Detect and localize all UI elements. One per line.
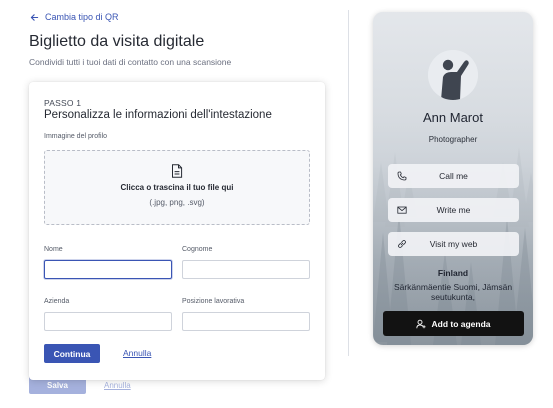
first-name-input[interactable] [44, 260, 172, 279]
add-to-agenda-label: Add to agenda [431, 318, 491, 329]
back-link-label: Cambia tipo di QR [45, 12, 119, 22]
last-name-label: Cognome [182, 246, 213, 253]
mail-icon [397, 206, 407, 214]
background-cancel-link[interactable]: Annulla [104, 381, 131, 390]
file-icon [172, 164, 183, 178]
preview-address: Särkänmäentie Suomi, Jämsän seutukunta, [393, 282, 513, 302]
job-title-label: Posizione lavorativa [182, 298, 245, 305]
visit-web-label: Visit my web [429, 239, 478, 249]
first-name-label: Nome [44, 246, 63, 253]
continue-button[interactable]: Continua [44, 344, 100, 363]
last-name-input[interactable] [182, 260, 310, 279]
call-me-label: Call me [439, 171, 468, 181]
cancel-link[interactable]: Annulla [123, 348, 151, 358]
column-divider [348, 10, 349, 356]
preview-country: Finland [437, 268, 469, 278]
person-waving-icon [428, 50, 478, 100]
write-me-label: Write me [436, 205, 471, 215]
phone-preview: Ann Marot Photographer Call me Write me … [373, 12, 533, 345]
preview-role: Photographer [428, 135, 478, 144]
profile-image-label: Immagine del profilo [44, 133, 108, 140]
dropzone-hint-text: (.jpg, png, .svg) [149, 198, 205, 207]
arrow-left-icon [30, 13, 39, 21]
add-to-agenda-button[interactable]: Add to agenda [383, 311, 524, 336]
write-me-button[interactable]: Write me [388, 198, 519, 222]
step-card: PASSO 1 Personalizza le informazioni del… [29, 82, 325, 380]
step-title: Personalizza le informazioni dell'intest… [44, 109, 272, 121]
link-icon [398, 240, 406, 248]
avatar [428, 50, 478, 100]
job-title-input[interactable] [182, 312, 310, 331]
profile-image-dropzone[interactable]: Clicca o trascina il tuo file qui (.jpg,… [44, 150, 310, 225]
phone-icon [397, 171, 407, 181]
dropzone-main-text: Clicca o trascina il tuo file qui [120, 183, 234, 192]
company-input[interactable] [44, 312, 172, 331]
page-subtitle: Condividi tutti i tuoi dati di contatto … [29, 57, 232, 67]
preview-name: Ann Marot [423, 110, 483, 125]
add-contact-icon [416, 319, 426, 328]
step-label: PASSO 1 [44, 98, 82, 108]
visit-web-button[interactable]: Visit my web [388, 232, 519, 256]
page-title: Biglietto da visita digitale [29, 33, 205, 50]
back-link[interactable]: Cambia tipo di QR [30, 12, 119, 22]
company-label: Azienda [44, 298, 70, 305]
call-me-button[interactable]: Call me [388, 164, 519, 188]
